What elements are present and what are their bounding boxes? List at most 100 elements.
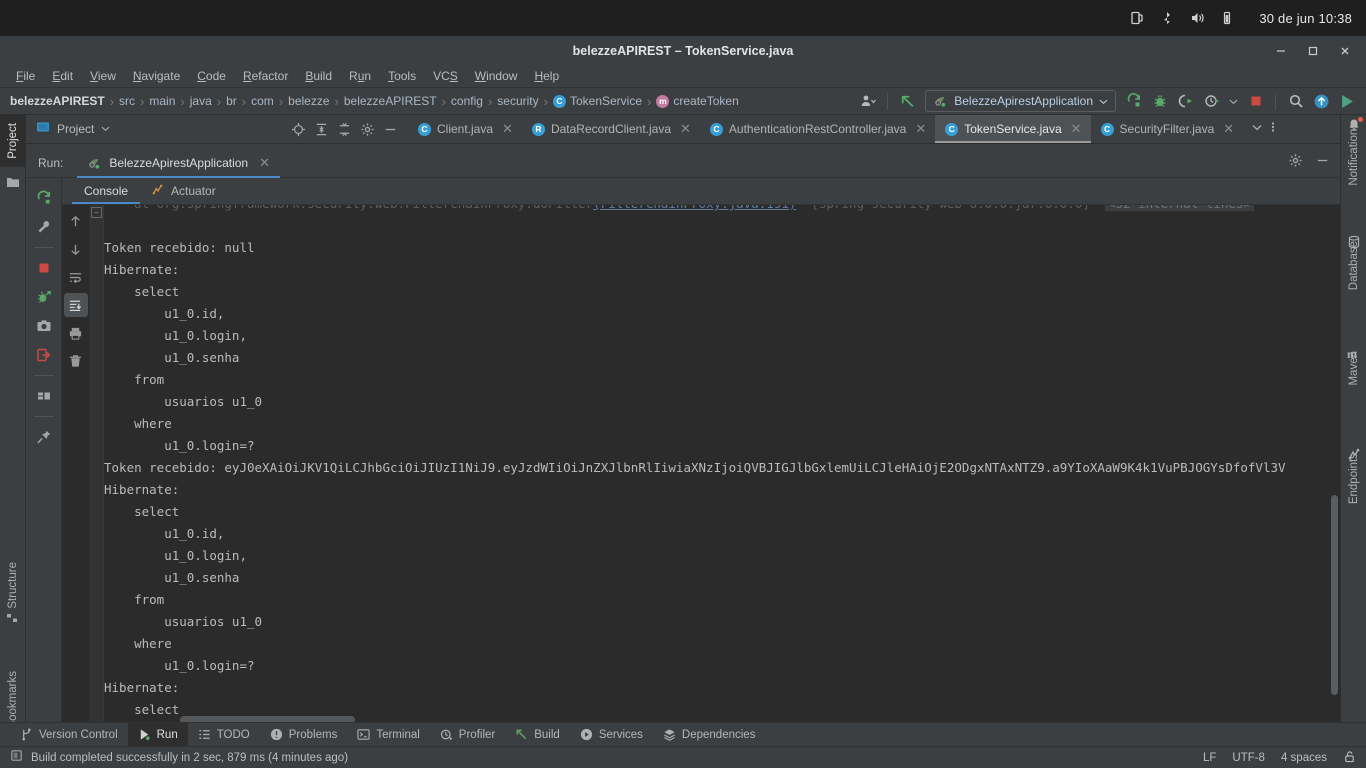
stacktrace-link[interactable]: (FilterChainProxy.java:191) bbox=[593, 205, 796, 211]
breadcrumb-item-project[interactable]: belezzeAPIREST bbox=[10, 94, 105, 108]
breadcrumb-item-br[interactable]: br bbox=[226, 94, 237, 108]
menu-code[interactable]: Code bbox=[189, 66, 234, 86]
hide-icon[interactable] bbox=[382, 121, 398, 137]
unlocked-icon[interactable] bbox=[1343, 750, 1356, 766]
debug-icon[interactable] bbox=[1151, 93, 1168, 110]
export-icon[interactable] bbox=[31, 342, 57, 368]
menu-window[interactable]: Window bbox=[467, 66, 526, 86]
menu-tools[interactable]: Tools bbox=[380, 66, 424, 86]
os-clock[interactable]: 30 de jun 10:38 bbox=[1259, 11, 1352, 26]
breadcrumb-item-main[interactable]: main bbox=[149, 94, 175, 108]
indent-indicator[interactable]: 4 spaces bbox=[1281, 752, 1327, 764]
breadcrumb-item-src[interactable]: src bbox=[119, 94, 135, 108]
rerun-icon[interactable] bbox=[1125, 93, 1142, 110]
menu-view[interactable]: View bbox=[82, 66, 124, 86]
run-icon[interactable] bbox=[1339, 93, 1356, 110]
profiler-icon[interactable] bbox=[1203, 93, 1220, 110]
breadcrumb-item-config[interactable]: config bbox=[451, 94, 483, 108]
tab-client-java[interactable]: C Client.java ✕ bbox=[408, 115, 522, 143]
bottom-item-run[interactable]: Run bbox=[127, 722, 188, 747]
encoding-indicator[interactable]: UTF-8 bbox=[1232, 752, 1265, 764]
layout-icon[interactable] bbox=[31, 383, 57, 409]
display-icon[interactable] bbox=[1129, 10, 1145, 26]
console-output[interactable]: − at org.springframework.security.web.Fi… bbox=[90, 205, 1340, 727]
breadcrumb-item-belezzeapirest[interactable]: belezzeAPIREST bbox=[344, 94, 437, 108]
select-opened-file-icon[interactable] bbox=[290, 121, 306, 137]
breadcrumb-item-security[interactable]: security bbox=[497, 94, 538, 108]
expand-all-icon[interactable] bbox=[313, 121, 329, 137]
volume-icon[interactable] bbox=[1189, 10, 1205, 26]
update-project-icon[interactable] bbox=[1313, 93, 1330, 110]
bottom-item-terminal[interactable]: Terminal bbox=[347, 723, 429, 747]
bluetooth-icon[interactable] bbox=[1159, 10, 1175, 26]
back-arrow-icon[interactable] bbox=[899, 93, 916, 110]
close-button[interactable] bbox=[1330, 39, 1360, 63]
menu-help[interactable]: Help bbox=[526, 66, 567, 86]
bottom-item-build[interactable]: Build bbox=[505, 723, 570, 747]
status-message[interactable]: Build completed successfully in 2 sec, 8… bbox=[31, 752, 348, 764]
debug-attach-icon[interactable] bbox=[31, 284, 57, 310]
screenshot-icon[interactable] bbox=[31, 313, 57, 339]
collapse-all-icon[interactable] bbox=[336, 121, 352, 137]
scroll-to-end-icon[interactable] bbox=[63, 293, 88, 317]
tab-close-icon[interactable]: ✕ bbox=[502, 121, 513, 137]
chevron-down-icon[interactable] bbox=[1229, 97, 1238, 106]
menu-navigate[interactable]: Navigate bbox=[125, 66, 188, 86]
soft-wrap-icon[interactable] bbox=[64, 265, 88, 289]
menu-run[interactable]: Run bbox=[341, 66, 379, 86]
tab-datarecordclient-java[interactable]: R DataRecordClient.java ✕ bbox=[522, 115, 700, 143]
run-session-close-icon[interactable]: ✕ bbox=[259, 155, 270, 171]
menu-edit[interactable]: Edit bbox=[44, 66, 81, 86]
maximize-button[interactable] bbox=[1298, 39, 1328, 63]
stop-icon[interactable] bbox=[31, 255, 57, 281]
console-vertical-scrollbar[interactable] bbox=[1331, 495, 1338, 695]
breadcrumb-item-com[interactable]: com bbox=[251, 94, 274, 108]
tab-authenticationrestcontroller-java[interactable]: C AuthenticationRestController.java ✕ bbox=[700, 115, 935, 143]
breadcrumb-item-belezze[interactable]: belezze bbox=[288, 94, 329, 108]
more-options-icon[interactable] bbox=[1267, 120, 1279, 138]
rerun-icon[interactable] bbox=[31, 185, 57, 211]
hide-icon[interactable] bbox=[1315, 153, 1330, 173]
battery-icon[interactable] bbox=[1219, 10, 1235, 26]
tab-close-icon[interactable]: ✕ bbox=[680, 121, 691, 137]
menu-build[interactable]: Build bbox=[297, 66, 340, 86]
run-session-tab[interactable]: BelezzeApirestApplication ✕ bbox=[77, 149, 280, 178]
edit-configuration-icon[interactable] bbox=[31, 214, 57, 240]
tab-actuator[interactable]: Actuator bbox=[140, 178, 228, 204]
run-configuration-selector[interactable]: BelezzeApirestApplication bbox=[925, 90, 1116, 112]
tab-close-icon[interactable]: ✕ bbox=[915, 121, 926, 137]
settings-gear-icon[interactable] bbox=[359, 121, 375, 137]
tab-tokenservice-java[interactable]: C TokenService.java ✕ bbox=[935, 115, 1091, 143]
tab-securityfilter-java[interactable]: C SecurityFilter.java ✕ bbox=[1091, 115, 1244, 143]
user-account-icon[interactable] bbox=[859, 93, 876, 110]
sidebar-item-structure[interactable]: Structure bbox=[0, 554, 26, 617]
tab-close-icon[interactable]: ✕ bbox=[1223, 121, 1234, 137]
bottom-item-version-control[interactable]: Version Control bbox=[10, 723, 128, 747]
bottom-item-services[interactable]: Services bbox=[570, 723, 653, 747]
scroll-up-icon[interactable] bbox=[64, 209, 88, 233]
bottom-item-problems[interactable]: Problems bbox=[260, 723, 348, 747]
scroll-down-icon[interactable] bbox=[64, 237, 88, 261]
folded-frames-chip[interactable]: <32 internal lines> bbox=[1104, 205, 1254, 211]
tab-console[interactable]: Console bbox=[72, 178, 141, 204]
clear-all-icon[interactable] bbox=[64, 349, 88, 373]
menu-refactor[interactable]: Refactor bbox=[235, 66, 296, 86]
event-log-icon[interactable] bbox=[10, 749, 23, 767]
chevron-down-icon[interactable] bbox=[101, 120, 110, 138]
stop-icon[interactable] bbox=[1247, 93, 1264, 110]
line-separator-indicator[interactable]: LF bbox=[1203, 752, 1216, 764]
tab-close-icon[interactable]: ✕ bbox=[1071, 121, 1082, 137]
run-with-coverage-icon[interactable] bbox=[1177, 93, 1194, 110]
breadcrumb-item-createtoken[interactable]: m createToken bbox=[656, 94, 739, 108]
breadcrumb-item-tokenservice[interactable]: C TokenService bbox=[552, 94, 642, 108]
pin-icon[interactable] bbox=[31, 424, 57, 450]
bottom-item-profiler[interactable]: Profiler bbox=[430, 723, 505, 747]
settings-gear-icon[interactable] bbox=[1288, 153, 1303, 173]
menu-vcs[interactable]: VCS bbox=[425, 66, 466, 86]
menu-file[interactable]: File bbox=[8, 66, 43, 86]
bottom-item-dependencies[interactable]: Dependencies bbox=[653, 723, 766, 747]
sidebar-item-project[interactable]: Project bbox=[0, 115, 26, 167]
bottom-item-todo[interactable]: TODO bbox=[188, 723, 260, 747]
chevron-down-icon[interactable] bbox=[1251, 120, 1263, 138]
search-icon[interactable] bbox=[1287, 93, 1304, 110]
